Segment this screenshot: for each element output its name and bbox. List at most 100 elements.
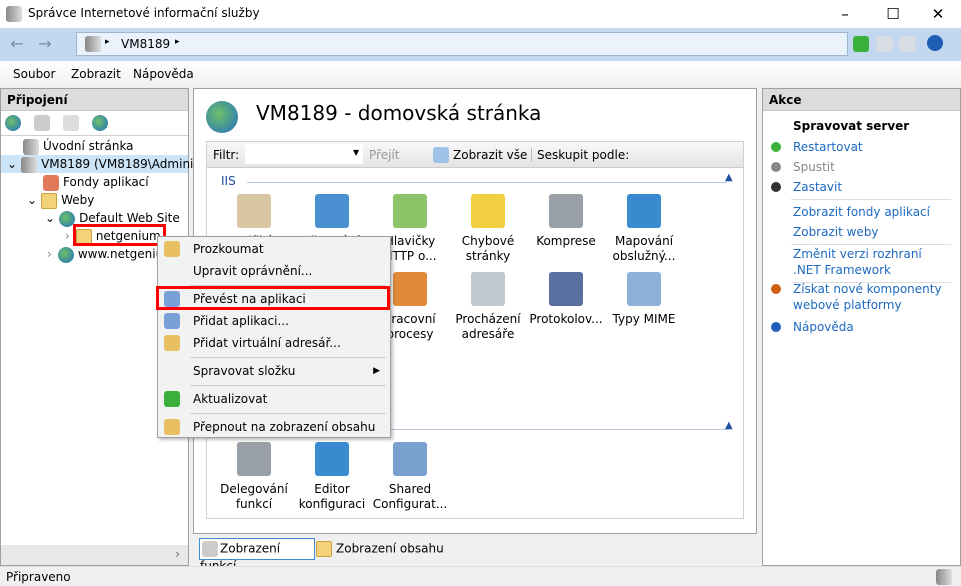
home-icon[interactable] — [899, 36, 915, 52]
feature-center.features_iis-4[interactable]: Komprese — [527, 194, 605, 249]
context-item-label: Přepnout na zobrazení obsahu — [193, 420, 376, 434]
context-item-label: Aktualizovat — [193, 392, 268, 406]
expander-icon[interactable]: ⌄ — [45, 211, 55, 225]
action-7[interactable]: Nápověda — [793, 319, 953, 335]
server-icon — [85, 36, 101, 52]
go-button[interactable]: Přejít — [369, 148, 399, 162]
expander-icon[interactable]: › — [65, 229, 70, 243]
tree-item-www-netgenium[interactable]: › www.netgenium — [47, 245, 175, 263]
group-by-label[interactable]: Seskupit podle: — [531, 148, 629, 162]
connect-icon[interactable] — [5, 115, 21, 131]
feature-label: stránky — [465, 249, 511, 263]
save-icon[interactable] — [34, 115, 50, 131]
up-icon[interactable] — [63, 115, 79, 131]
feature-center.features_mgmt-2[interactable]: Shared Configurat... — [371, 442, 449, 512]
connection-status-icon — [936, 569, 952, 585]
collapse-management-icon[interactable]: ▲ — [725, 420, 733, 431]
feature-center.features_iis-10[interactable]: Protokolov... — [527, 272, 605, 327]
action-1[interactable]: Spustit — [793, 159, 953, 175]
feature-icon — [549, 194, 583, 228]
action-label: Zobrazit weby — [793, 225, 879, 239]
horizontal-scrollbar[interactable]: › — [1, 545, 188, 565]
context-item-label: Upravit oprávnění... — [193, 264, 313, 278]
title-bar: Správce Internetové informační služby – … — [0, 0, 961, 28]
filter-input[interactable] — [245, 144, 363, 164]
tab-content-view[interactable]: Zobrazení obsahu — [316, 538, 444, 560]
expander-icon[interactable]: › — [47, 247, 52, 261]
actions-section-title: Spravovat server — [793, 119, 910, 133]
context-item-1[interactable]: Upravit oprávnění... — [158, 260, 390, 282]
sites-folder-icon — [41, 192, 58, 209]
iis-app-icon — [6, 6, 22, 22]
app-pools-icon — [43, 174, 59, 191]
context-item-4[interactable]: Přidat virtuální adresář... — [158, 332, 390, 354]
forward-button[interactable]: → — [34, 33, 56, 55]
context-item-0[interactable]: Prozkoumat — [158, 238, 390, 260]
breadcrumb-item[interactable]: VM8189 — [121, 37, 170, 51]
tree-item-server[interactable]: ⌄ VM8189 (VM8189\Administ — [1, 155, 204, 173]
filter-label: Filtr: — [213, 148, 240, 162]
show-all-button[interactable]: Zobrazit vše — [453, 148, 527, 162]
action-icon — [771, 142, 781, 152]
disconnect-icon[interactable] — [92, 115, 108, 131]
context-item-5[interactable]: Spravovat složku ▶ — [158, 360, 390, 382]
features-view-icon — [202, 541, 218, 557]
feature-icon — [237, 442, 271, 476]
feature-label: konfiguraci — [298, 497, 366, 511]
feature-center.features_iis-11[interactable]: Typy MIME — [605, 272, 683, 327]
feature-center.features_mgmt-1[interactable]: Editor konfiguraci — [293, 442, 371, 512]
feature-label: Delegování — [220, 482, 288, 496]
maximize-button[interactable]: ☐ — [870, 2, 916, 26]
feature-icon — [315, 442, 349, 476]
tree-item-start-page[interactable]: Úvodní stránka — [23, 137, 134, 155]
address-path[interactable]: ▸ VM8189 ▸ — [76, 32, 848, 56]
action-3[interactable]: Zobrazit fondy aplikací — [793, 204, 953, 220]
breadcrumb-arrow-icon[interactable]: ▸ — [175, 37, 180, 47]
action-0[interactable]: Restartovat — [793, 139, 953, 155]
menu-napoveda[interactable]: Nápověda — [133, 67, 194, 81]
connections-toolbar — [1, 111, 188, 136]
close-button[interactable]: ✕ — [915, 2, 961, 26]
collapse-iis-icon[interactable]: ▲ — [725, 172, 733, 183]
tab-features-view[interactable]: Zobrazení funkcí — [199, 538, 315, 573]
scroll-right-icon[interactable]: › — [175, 547, 180, 561]
address-bar: ← → ▸ VM8189 ▸ — [0, 28, 961, 61]
feature-center.features_iis-9[interactable]: Procházení adresáře — [449, 272, 527, 342]
feature-center.features_iis-3[interactable]: Chybové stránky — [449, 194, 527, 264]
feature-label: Shared — [388, 482, 432, 496]
feature-center.features_mgmt-0[interactable]: Delegování funkcí — [215, 442, 293, 512]
feature-label: Configurat... — [372, 497, 448, 511]
feature-icon — [549, 272, 583, 306]
expander-icon[interactable]: ⌄ — [27, 193, 37, 207]
filter-dropdown-icon[interactable]: ▼ — [353, 148, 359, 157]
minimize-button[interactable]: – — [822, 2, 868, 26]
help-icon[interactable] — [927, 35, 943, 51]
action-5[interactable]: Změnit verzi rozhraní .NET Framework — [793, 246, 953, 278]
window-title: Správce Internetové informační služby — [28, 6, 260, 20]
feature-label: Editor — [314, 482, 350, 496]
context-item-6[interactable]: Aktualizovat — [158, 388, 390, 410]
context-item-7[interactable]: Přepnout na zobrazení obsahu — [158, 416, 390, 438]
breadcrumb-arrow-icon[interactable]: ▸ — [105, 37, 110, 47]
refresh-icon[interactable] — [853, 36, 869, 52]
action-6[interactable]: Získat nové komponenty webové platformy — [793, 281, 953, 313]
context-item-icon — [164, 335, 180, 351]
expander-icon[interactable]: ⌄ — [7, 157, 17, 171]
tree-item-app-pools[interactable]: Fondy aplikací — [43, 173, 149, 191]
action-2[interactable]: Zastavit — [793, 179, 953, 195]
action-4[interactable]: Zobrazit weby — [793, 224, 953, 240]
action-label: Spustit — [793, 160, 835, 174]
back-button[interactable]: ← — [6, 33, 28, 55]
menu-zobrazit[interactable]: Zobrazit — [71, 67, 121, 81]
feature-center.features_iis-5[interactable]: Mapování obslužný... — [605, 194, 683, 264]
stop-icon[interactable] — [877, 36, 893, 52]
feature-icon — [315, 194, 349, 228]
action-label: Nápověda — [793, 320, 854, 334]
feature-icon — [627, 272, 661, 306]
menu-soubor[interactable]: Soubor — [13, 67, 55, 81]
context-item-icon — [164, 313, 180, 329]
context-item-3[interactable]: Přidat aplikaci... — [158, 310, 390, 332]
tree-item-sites[interactable]: ⌄ Weby — [27, 191, 94, 209]
group-iis-label: IIS — [221, 174, 236, 188]
feature-icon — [471, 272, 505, 306]
